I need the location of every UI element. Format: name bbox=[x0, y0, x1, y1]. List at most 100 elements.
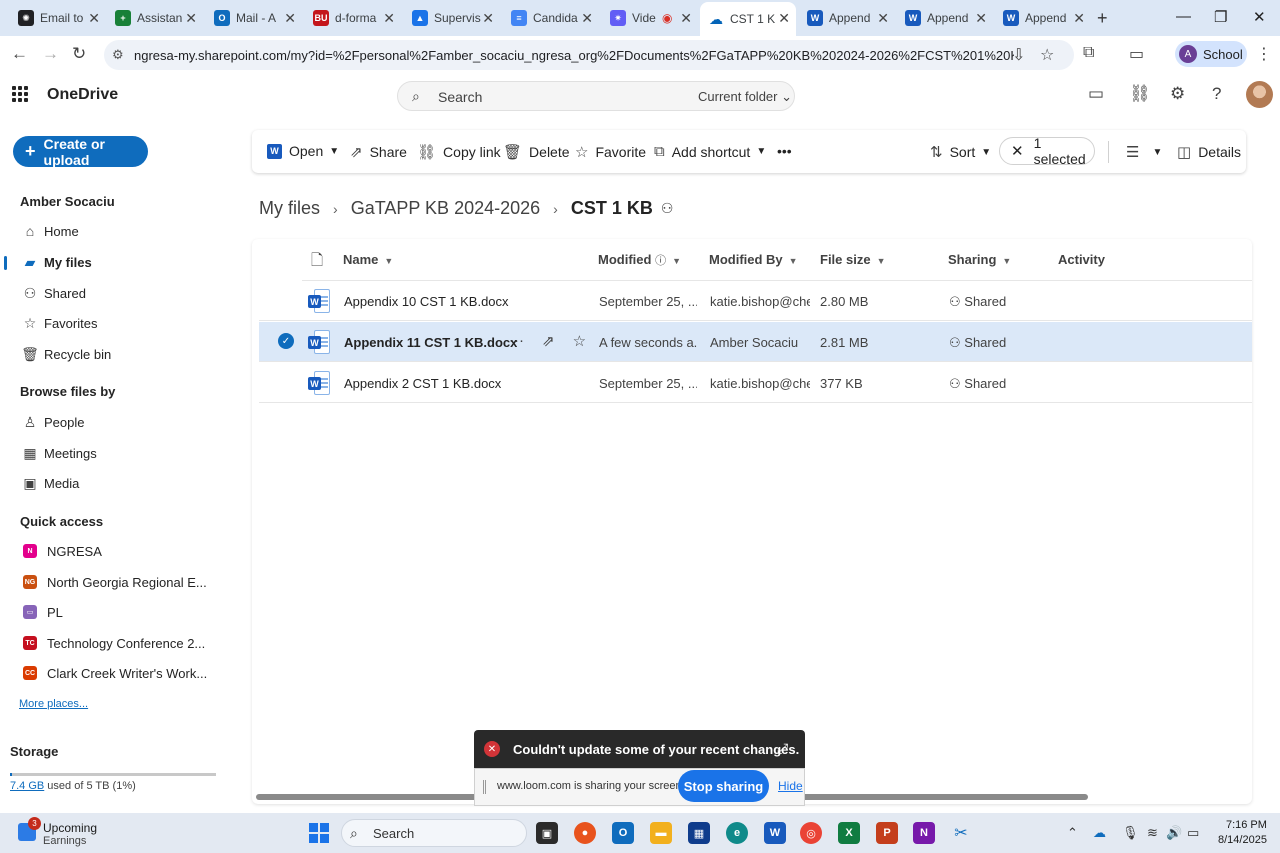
create-or-upload-button[interactable]: + Create or upload bbox=[13, 136, 148, 168]
wifi-icon[interactable]: ≋ bbox=[1147, 825, 1158, 841]
bookmark-star-icon[interactable]: ☆ bbox=[1040, 45, 1054, 65]
brand-title[interactable]: OneDrive bbox=[47, 86, 118, 104]
more-places-link[interactable]: More places... bbox=[19, 698, 88, 710]
star-icon[interactable]: ☆ bbox=[573, 332, 586, 350]
sharing-status[interactable]: ⚇ Shared bbox=[949, 335, 1006, 351]
edge-icon[interactable]: e bbox=[726, 822, 748, 844]
table-row[interactable]: ✓ W Appendix 11 CST 1 KB.docx ··· ⇗ ☆ A … bbox=[259, 322, 1252, 362]
system-clock[interactable]: 7:16 PM 8/14/2025 bbox=[1218, 818, 1267, 848]
firefox-icon[interactable]: ● bbox=[574, 822, 596, 844]
restore-icon[interactable]: ❐ bbox=[1214, 8, 1227, 26]
browser-tab-append-1[interactable]: W Append ✕ bbox=[799, 4, 895, 32]
reading-mode-icon[interactable]: ▭ bbox=[1129, 44, 1144, 64]
close-icon[interactable]: ✕ bbox=[975, 10, 987, 26]
sidebar-item-recycle-bin[interactable]: 🗑 Recycle bin bbox=[20, 342, 111, 366]
column-header-modified-by[interactable]: Modified By ▼ bbox=[709, 252, 798, 267]
storage-used-link[interactable]: 7.4 GB bbox=[10, 780, 44, 792]
sharing-status[interactable]: ⚇ Shared bbox=[949, 294, 1006, 310]
sidebar-item-shared[interactable]: ⚇ Shared bbox=[20, 281, 86, 305]
close-icon[interactable]: ✕ bbox=[1073, 10, 1085, 26]
task-view-icon[interactable]: ▣ bbox=[536, 822, 558, 844]
share-icon[interactable]: ⇗ bbox=[542, 332, 555, 350]
sidebar-item-people[interactable]: ♙ People bbox=[20, 410, 85, 434]
app-launcher-icon[interactable] bbox=[12, 86, 28, 102]
breadcrumb-gatapp[interactable]: GaTAPP KB 2024-2026 bbox=[351, 198, 540, 219]
browser-tab-video[interactable]: ✷ Vide ◉ ✕ bbox=[602, 4, 698, 32]
search-box[interactable]: ⌕ Current folder ⌄ bbox=[397, 81, 795, 111]
details-button[interactable]: ◫ Details bbox=[1177, 143, 1241, 161]
hide-button[interactable]: Hide bbox=[778, 779, 803, 793]
battery-icon[interactable]: ▭ bbox=[1187, 825, 1199, 841]
browser-tab-supervis[interactable]: ▲ Supervis ✕ bbox=[404, 4, 500, 32]
browser-tab-append-3[interactable]: W Append ✕ bbox=[995, 4, 1091, 32]
minimize-icon[interactable]: — bbox=[1176, 8, 1191, 25]
close-icon[interactable]: ✕ bbox=[383, 10, 395, 26]
browser-tab-append-2[interactable]: W Append ✕ bbox=[897, 4, 993, 32]
column-header-name[interactable]: Name ▼ bbox=[343, 252, 393, 267]
browser-tab-assistant[interactable]: + Assistan ✕ bbox=[107, 4, 203, 32]
browser-menu-icon[interactable]: ⋮ bbox=[1256, 44, 1272, 64]
sidebar-item-my-files[interactable]: ▰ My files bbox=[20, 250, 92, 274]
windows-start-icon[interactable] bbox=[309, 823, 329, 843]
search-input[interactable] bbox=[438, 87, 658, 107]
table-row[interactable]: W Appendix 2 CST 1 KB.docx September 25,… bbox=[259, 363, 1252, 403]
delete-button[interactable]: 🗑 Delete bbox=[503, 143, 570, 161]
view-options-button[interactable]: ☰ ▼ bbox=[1126, 143, 1162, 161]
copy-link-button[interactable]: ⛓ Copy link bbox=[417, 143, 501, 161]
search-scope-dropdown[interactable]: Current folder ⌄ bbox=[698, 89, 792, 105]
expand-icon[interactable]: ⤢ bbox=[777, 740, 788, 757]
close-icon[interactable]: ✕ bbox=[581, 10, 593, 26]
onedrive-tray-icon[interactable]: ☁ bbox=[1093, 825, 1106, 841]
onenote-icon[interactable]: N bbox=[913, 822, 935, 844]
close-icon[interactable]: ✕ bbox=[185, 10, 197, 26]
word-icon[interactable]: W bbox=[764, 822, 786, 844]
chrome-icon[interactable]: ◎ bbox=[800, 822, 822, 844]
quick-item-north-georgia[interactable]: NG North Georgia Regional E... bbox=[20, 570, 207, 594]
outlook-icon[interactable]: O bbox=[612, 822, 634, 844]
quick-item-ngresa[interactable]: N NGRESA bbox=[20, 539, 102, 563]
drag-handle-icon[interactable] bbox=[483, 780, 486, 794]
file-name[interactable]: Appendix 10 CST 1 KB.docx bbox=[344, 294, 509, 309]
address-bar[interactable]: ⚙ ngresa-my.sharepoint.com/my?id=%2Fpers… bbox=[104, 40, 1074, 70]
table-row[interactable]: W Appendix 10 CST 1 KB.docx September 25… bbox=[259, 281, 1252, 321]
widgets-button[interactable]: 3 Upcoming Earnings bbox=[14, 817, 134, 847]
quick-item-tech-conference[interactable]: TC Technology Conference 2... bbox=[20, 631, 205, 655]
forward-icon[interactable]: → bbox=[42, 44, 59, 64]
taskbar-search[interactable]: ⌕ Search bbox=[341, 819, 527, 847]
more-actions-button[interactable]: ••• bbox=[777, 143, 792, 159]
install-app-icon[interactable]: ⇩ bbox=[1012, 45, 1025, 65]
snipping-tool-icon[interactable]: ✂ bbox=[950, 822, 972, 844]
add-shortcut-button[interactable]: ⧉ Add shortcut ▼ bbox=[654, 143, 766, 160]
new-tab-icon[interactable]: + bbox=[1097, 8, 1108, 29]
window-close-icon[interactable]: ✕ bbox=[1253, 8, 1266, 26]
close-icon[interactable]: ✕ bbox=[778, 10, 790, 26]
open-button[interactable]: W Open ▼ bbox=[267, 143, 339, 159]
sidebar-item-meetings[interactable]: ▦ Meetings bbox=[20, 441, 96, 465]
quick-item-clark-creek[interactable]: CC Clark Creek Writer's Work... bbox=[20, 661, 207, 685]
more-icon[interactable]: ··· bbox=[509, 332, 524, 350]
column-header-activity[interactable]: Activity bbox=[1058, 252, 1105, 267]
favorite-button[interactable]: ☆ Favorite bbox=[575, 143, 646, 161]
site-info-icon[interactable]: ⚙ bbox=[112, 47, 124, 63]
file-explorer-icon[interactable]: ▬ bbox=[650, 822, 672, 844]
settings-gear-icon[interactable]: ⚙ bbox=[1170, 84, 1185, 104]
file-name[interactable]: Appendix 2 CST 1 KB.docx bbox=[344, 376, 501, 391]
user-avatar[interactable] bbox=[1246, 81, 1273, 108]
monitor-icon[interactable]: ▭ bbox=[1088, 84, 1104, 104]
browser-tab-candida[interactable]: ≡ Candida ✕ bbox=[503, 4, 599, 32]
reload-icon[interactable]: ↻ bbox=[72, 44, 86, 64]
help-icon[interactable]: ? bbox=[1212, 84, 1221, 104]
close-icon[interactable]: ✕ bbox=[680, 10, 692, 26]
browser-tab-cst1kb[interactable]: ☁ CST 1 K ✕ bbox=[700, 2, 796, 36]
file-type-icon[interactable]: 🗋 bbox=[311, 250, 323, 275]
stop-sharing-button[interactable]: Stop sharing bbox=[678, 770, 769, 802]
sidebar-item-favorites[interactable]: ☆ Favorites bbox=[20, 311, 98, 335]
column-header-file-size[interactable]: File size ▼ bbox=[820, 252, 886, 267]
column-header-modified[interactable]: Modified ⓘ ▼ bbox=[598, 252, 681, 268]
powerpoint-icon[interactable]: P bbox=[876, 822, 898, 844]
back-icon[interactable]: ← bbox=[11, 44, 28, 64]
browser-tab-mail[interactable]: O Mail - A ✕ bbox=[206, 4, 302, 32]
share-button[interactable]: ⇗ Share bbox=[350, 143, 407, 161]
close-icon[interactable]: ✕ bbox=[284, 10, 296, 26]
volume-icon[interactable]: 🔊 bbox=[1166, 825, 1182, 841]
